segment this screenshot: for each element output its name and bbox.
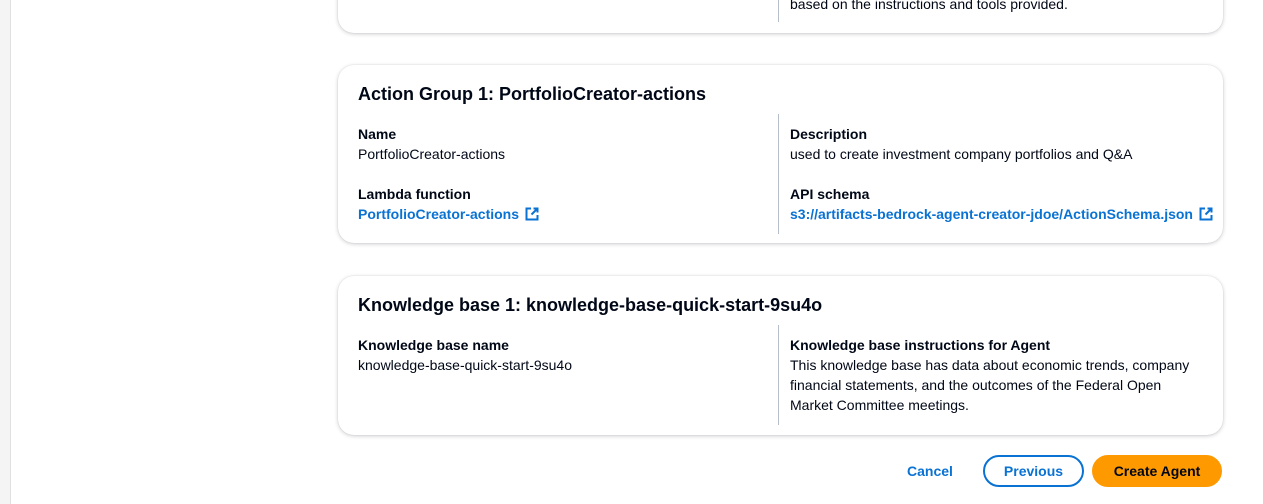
lambda-function-label: Lambda function bbox=[358, 186, 471, 202]
previous-button[interactable]: Previous bbox=[983, 455, 1084, 487]
api-schema-field: API schema s3://artifacts-bedrock-agent-… bbox=[790, 184, 1213, 224]
external-link-icon bbox=[525, 207, 539, 221]
cancel-button[interactable]: Cancel bbox=[895, 455, 965, 487]
description-label: Description bbox=[790, 126, 868, 142]
knowledge-base-title: Knowledge base 1: knowledge-base-quick-s… bbox=[358, 295, 823, 315]
knowledge-base-name-label: Knowledge base name bbox=[358, 337, 509, 353]
api-schema-link[interactable]: s3://artifacts-bedrock-agent-creator-jdo… bbox=[790, 206, 1213, 222]
action-group-name-field: Name PortfolioCreator-actions bbox=[358, 124, 505, 164]
create-agent-button[interactable]: Create Agent bbox=[1092, 455, 1222, 487]
knowledge-base-name-value: knowledge-base-quick-start-9su4o bbox=[358, 357, 572, 373]
knowledge-base-instructions-line: Market Committee meetings. bbox=[790, 397, 969, 413]
knowledge-base-instructions-label: Knowledge base instructions for Agent bbox=[790, 337, 1051, 353]
name-value: PortfolioCreator-actions bbox=[358, 146, 506, 162]
agent-details-card: based on the instructions and tools prov… bbox=[338, 0, 1223, 33]
knowledge-base-instructions-field: Knowledge base instructions for Agent Th… bbox=[790, 335, 1210, 415]
lambda-function-link-text: PortfolioCreator-actions bbox=[358, 206, 520, 222]
description-value: used to create investment company portfo… bbox=[790, 146, 1133, 162]
api-schema-link-text: s3://artifacts-bedrock-agent-creator-jdo… bbox=[790, 206, 1193, 222]
column-divider bbox=[778, 114, 779, 234]
knowledge-base-name-field: Knowledge base name knowledge-base-quick… bbox=[358, 335, 572, 375]
left-navigation-panel bbox=[0, 0, 11, 504]
description-field: Description used to create investment co… bbox=[790, 124, 1132, 164]
column-divider bbox=[778, 325, 779, 425]
action-group-title: Action Group 1: PortfolioCreator-actions bbox=[358, 84, 707, 104]
name-label: Name bbox=[358, 126, 397, 142]
knowledge-base-instructions-line: financial statements, and the outcomes o… bbox=[790, 377, 1162, 393]
lambda-function-link[interactable]: PortfolioCreator-actions bbox=[358, 206, 539, 222]
api-schema-label: API schema bbox=[790, 186, 870, 202]
external-link-icon bbox=[1199, 207, 1213, 221]
column-divider bbox=[778, 0, 779, 22]
lambda-function-field: Lambda function PortfolioCreator-actions bbox=[358, 184, 539, 224]
action-group-card: Action Group 1: PortfolioCreator-actions… bbox=[338, 65, 1223, 243]
knowledge-base-card: Knowledge base 1: knowledge-base-quick-s… bbox=[338, 276, 1223, 435]
agent-instructions-value: based on the instructions and tools prov… bbox=[790, 0, 1068, 12]
knowledge-base-instructions-line: This knowledge base has data about econo… bbox=[790, 357, 1190, 373]
